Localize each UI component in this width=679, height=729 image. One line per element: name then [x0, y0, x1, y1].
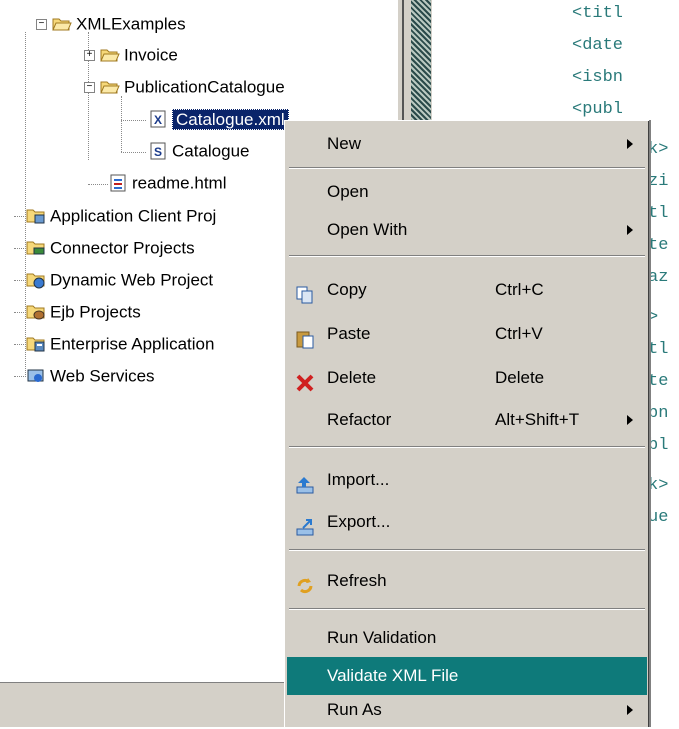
menu-item-delete[interactable]: Delete Delete — [287, 359, 647, 397]
editor-line: <date — [572, 36, 624, 55]
editor-line-fragment: az — [648, 268, 669, 287]
tree-item-ejb-projects[interactable]: Ejb Projects — [26, 300, 141, 324]
folder-open-icon — [52, 15, 72, 31]
tree-guide — [121, 96, 122, 152]
menu-item-run-validation[interactable]: Run Validation — [287, 619, 647, 657]
menu-item-new[interactable]: New — [287, 125, 647, 163]
tree-guide — [14, 312, 26, 313]
tree-guide — [88, 184, 108, 185]
editor-line-fragment: ue — [648, 508, 669, 527]
submenu-arrow-icon — [627, 705, 633, 715]
xml-file-icon: X — [148, 110, 168, 128]
tree-guide — [14, 216, 26, 217]
menu-item-paste[interactable]: Paste Ctrl+V — [287, 315, 647, 353]
menu-item-run-as[interactable]: Run As — [287, 691, 647, 729]
tree-item-app-client-projects[interactable]: Application Client Proj — [26, 204, 216, 228]
menu-separator — [289, 255, 645, 257]
tree-item-enterprise-app-projects[interactable]: Enterprise Application — [26, 332, 214, 356]
tree-guide — [14, 344, 26, 345]
enterprise-app-projects-icon — [26, 335, 46, 352]
editor-line-fragment: k> — [648, 476, 669, 495]
folder-icon — [100, 46, 120, 62]
paste-icon — [295, 325, 315, 349]
menu-item-refactor[interactable]: Refactor Alt+Shift+T — [287, 401, 647, 439]
folder-open-icon — [100, 78, 120, 94]
bottom-panel — [0, 682, 284, 727]
tree-item-xmlexamples[interactable]: XMLExamples — [52, 12, 186, 36]
delete-icon — [295, 369, 315, 392]
svg-text:S: S — [154, 145, 162, 159]
submenu-arrow-icon — [627, 415, 633, 425]
menu-item-import[interactable]: Import... — [287, 461, 647, 499]
submenu-arrow-icon — [627, 139, 633, 149]
tree-guide — [14, 248, 26, 249]
editor-line-fragment: bn — [648, 404, 669, 423]
context-menu: New Open Open With Copy Ctrl+C Paste Ctr… — [284, 120, 649, 727]
collapse-toggle[interactable]: − — [84, 82, 95, 93]
svg-text:X: X — [154, 113, 162, 127]
menu-separator — [289, 549, 645, 551]
import-icon — [295, 471, 315, 494]
tree-item-readme[interactable]: readme.html — [108, 171, 226, 195]
ejb-projects-icon — [26, 303, 46, 320]
copy-icon — [295, 281, 315, 304]
editor-line-fragment: tl — [648, 204, 669, 223]
connector-projects-icon — [26, 239, 46, 255]
menu-separator — [289, 446, 645, 448]
editor-line-fragment: te — [648, 372, 669, 391]
menu-separator — [289, 167, 645, 169]
menu-separator — [289, 608, 645, 610]
html-file-icon — [108, 174, 128, 192]
collapse-toggle[interactable]: − — [36, 19, 47, 30]
editor-line: <publ — [572, 100, 624, 119]
editor-line: <isbn — [572, 68, 624, 87]
tree-guide — [121, 120, 146, 121]
editor-line: <titl — [572, 4, 624, 23]
tree-item-catalogue-xml[interactable]: X Catalogue.xml — [148, 107, 289, 131]
tree-item-connector-projects[interactable]: Connector Projects — [26, 236, 195, 260]
refresh-icon — [295, 572, 315, 594]
submenu-arrow-icon — [627, 225, 633, 235]
editor-line-fragment: bl — [648, 436, 669, 455]
tree-guide — [121, 152, 146, 153]
tree-guide — [14, 376, 26, 377]
menu-item-export[interactable]: Export... — [287, 503, 647, 541]
tree-guide — [14, 280, 26, 281]
editor-line-fragment: tl — [648, 340, 669, 359]
expand-toggle[interactable]: + — [84, 50, 95, 61]
menu-item-copy[interactable]: Copy Ctrl+C — [287, 271, 647, 309]
editor-line-fragment: te — [648, 236, 669, 255]
menu-item-validate-xml-file[interactable]: Validate XML File — [287, 657, 647, 695]
dynamic-web-projects-icon — [26, 271, 46, 289]
schema-file-icon: S — [148, 142, 168, 160]
editor-line-fragment: zi — [648, 172, 669, 191]
tree-item-invoice[interactable]: Invoice — [100, 43, 178, 67]
export-icon — [295, 513, 315, 536]
menu-item-refresh[interactable]: Refresh — [287, 562, 647, 600]
menu-item-open[interactable]: Open — [287, 173, 647, 211]
tree-item-dynamic-web-projects[interactable]: Dynamic Web Project — [26, 268, 213, 292]
tree-item-publicationcatalogue[interactable]: PublicationCatalogue — [100, 75, 285, 99]
tree-item-web-services[interactable]: Web Services — [26, 364, 155, 388]
web-services-icon — [26, 367, 46, 383]
editor-line-fragment: > — [648, 308, 659, 327]
tree-item-catalogue-schema[interactable]: S Catalogue — [148, 139, 250, 163]
editor-line-fragment: k> — [648, 140, 669, 159]
menu-item-open-with[interactable]: Open With — [287, 211, 647, 249]
app-client-projects-icon — [26, 207, 46, 224]
